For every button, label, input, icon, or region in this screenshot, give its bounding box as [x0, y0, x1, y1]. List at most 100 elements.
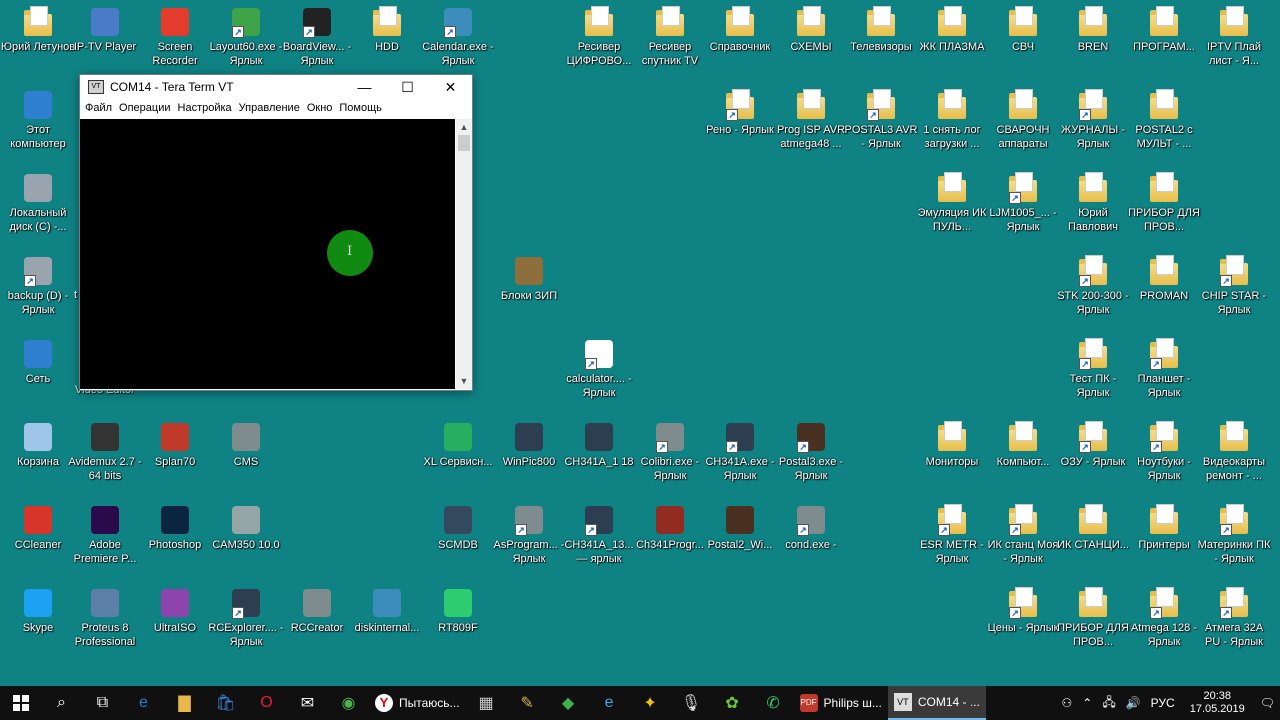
desktop-icon[interactable]: ↗ Материнки ПК - Ярлык — [1196, 504, 1272, 566]
clock[interactable]: 20:38 17.05.2019 — [1190, 690, 1245, 716]
desktop-icon[interactable]: Postal2_Wi... — [702, 504, 778, 552]
desktop-icon[interactable]: CAM350 10.0 — [208, 504, 284, 552]
desktop-icon[interactable]: ПРИБОР ДЛЯ ПРОВ... — [1126, 172, 1202, 234]
desktop-icon[interactable]: ↗ Postal3.exe - Ярлык — [773, 421, 849, 483]
desktop-icon[interactable]: ↗ Атмега 32A PU - Ярлык — [1196, 587, 1272, 649]
desktop-icon[interactable]: ↗ CHIP STAR - Ярлык — [1196, 255, 1272, 317]
desktop-icon[interactable]: ↗ ИК станц Моя - Ярлык — [985, 504, 1061, 566]
desktop-icon[interactable]: Корзина — [0, 421, 76, 469]
taskbar-yandex-window[interactable]: Y Пытаюсь... — [369, 686, 466, 720]
desktop-icon[interactable]: ↗ Colibri.exe - Ярлык — [632, 421, 708, 483]
menu-operations[interactable]: Операции — [119, 102, 170, 114]
language-indicator[interactable]: РУС — [1151, 696, 1175, 710]
desktop-icon[interactable]: СВАРОЧН аппараты — [985, 89, 1061, 151]
vertical-scrollbar[interactable]: ▲ ▼ — [456, 119, 472, 389]
desktop-icon[interactable]: WinPic800 — [491, 421, 567, 469]
desktop-icon[interactable]: PROMAN — [1126, 255, 1202, 303]
desktop-icon[interactable]: ↗ BoardView... - Ярлык — [279, 6, 355, 68]
network-icon[interactable]: 🖧 — [1102, 693, 1115, 714]
whatsapp-icon[interactable]: ✆ — [753, 686, 794, 720]
green-app-icon[interactable]: ◆ — [548, 686, 589, 720]
desktop-icon[interactable]: Ch341Progr... — [632, 504, 708, 552]
notifications-icon[interactable]: 🗨 — [1260, 696, 1275, 710]
desktop-icon[interactable]: ↗ backup (D) - Ярлык — [0, 255, 76, 317]
windows-start-icon[interactable] — [0, 686, 41, 720]
menu-control[interactable]: Управление — [239, 102, 300, 114]
desktop-icon[interactable]: Skype — [0, 587, 76, 635]
store-icon[interactable]: 🛍 — [205, 686, 246, 720]
menu-window[interactable]: Окно — [307, 102, 333, 114]
desktop-icon[interactable]: RCCreator — [279, 587, 355, 635]
terminal-area[interactable] — [80, 119, 455, 389]
desktop-icon[interactable]: ↗ Рено - Ярлык — [702, 89, 778, 137]
desktop-icon[interactable]: Юрий Летунов — [0, 6, 76, 54]
desktop-icon[interactable]: Принтеры — [1126, 504, 1202, 552]
menu-help[interactable]: Помощь — [339, 102, 382, 114]
desktop-icon[interactable]: ↗ AsProgram... - Ярлык — [491, 504, 567, 566]
desktop-icon[interactable]: ПРИБОР ДЛЯ ПРОВ... — [1055, 587, 1131, 649]
desktop-icon[interactable]: Adobe Premiere P... — [67, 504, 143, 566]
desktop-icon[interactable]: ↗ Тест ПК - Ярлык — [1055, 338, 1131, 400]
desktop-icon[interactable]: UltraISO — [137, 587, 213, 635]
desktop-icon[interactable]: ЖК ПЛАЗМА — [914, 6, 990, 54]
desktop-icon[interactable]: ↗ ЖУРНАЛЫ - Ярлык — [1055, 89, 1131, 151]
desktop-icon[interactable]: Splan70 — [137, 421, 213, 469]
desktop-icon[interactable]: Ресивер ЦИФРОВО... — [561, 6, 637, 68]
chrome-icon[interactable]: ◉ — [328, 686, 369, 720]
desktop-icon[interactable]: ↗ LJM1005_... - Ярлык — [985, 172, 1061, 234]
mail-icon[interactable]: ✉ — [287, 686, 328, 720]
window-titlebar[interactable]: VT COM14 - Tera Term VT — ☐ ✕ — [80, 75, 472, 99]
desktop-icon[interactable]: ПРОГРАМ... — [1126, 6, 1202, 54]
desktop-icon[interactable]: ↗ Цены - Ярлык — [985, 587, 1061, 635]
search-icon[interactable]: ⌕ — [41, 686, 82, 720]
volume-icon[interactable]: 🔊 — [1126, 696, 1141, 710]
desktop-icon[interactable]: ↗ Планшет - Ярлык — [1126, 338, 1202, 400]
scroll-down-arrow-icon[interactable]: ▼ — [456, 373, 472, 389]
people-icon[interactable]: ⚇ — [1062, 696, 1073, 710]
desktop-icon[interactable]: Avidemux 2.7 - 64 bits — [67, 421, 143, 483]
desktop-icon[interactable]: BREN — [1055, 6, 1131, 54]
calculator-icon[interactable]: ▦ — [466, 686, 507, 720]
desktop-icon[interactable]: diskinternal... — [349, 587, 425, 635]
desktop-icon[interactable]: Мониторы — [914, 421, 990, 469]
desktop-icon[interactable]: Компьют... — [985, 421, 1061, 469]
desktop-icon[interactable]: Юрий Павлович — [1055, 172, 1131, 234]
scroll-up-arrow-icon[interactable]: ▲ — [456, 119, 472, 135]
desktop-icon[interactable]: СВЧ — [985, 6, 1061, 54]
desktop-icon[interactable]: ↗ CH341A.exe - Ярлык — [702, 421, 778, 483]
desktop-icon[interactable]: Локальный диск (C) -... — [0, 172, 76, 234]
desktop-icon[interactable]: ↗ STK 200-300 - Ярлык — [1055, 255, 1131, 317]
desktop-icon[interactable]: ↗ Atmega 128 - Ярлык — [1126, 587, 1202, 649]
desktop-icon[interactable]: ↗ RCExplorer.... - Ярлык — [208, 587, 284, 649]
desktop-icon[interactable]: Блоки ЗИП — [491, 255, 567, 303]
taskbar-com14-window[interactable]: VT COM14 - ... — [887, 686, 986, 720]
desktop-icon[interactable]: HDD — [349, 6, 425, 54]
chevron-up-icon[interactable]: ⌃ — [1082, 696, 1092, 710]
desktop-icon[interactable]: СХЕМЫ — [773, 6, 849, 54]
desktop-icon[interactable]: Этот компьютер — [0, 89, 76, 151]
desktop-icon[interactable]: ↗ ESR METR - Ярлык — [914, 504, 990, 566]
desktop-icon[interactable]: CMS — [208, 421, 284, 469]
desktop-icon[interactable]: SCMDB — [420, 504, 496, 552]
wand-icon[interactable]: ✦ — [630, 686, 671, 720]
desktop-icon[interactable]: XL Сервисн... — [420, 421, 496, 469]
desktop-icon[interactable]: Сеть — [0, 338, 76, 386]
desktop-icon[interactable]: 1 снять лог загрузки ... — [914, 89, 990, 151]
desktop-icon[interactable]: Справочник — [702, 6, 778, 54]
desktop-icon[interactable]: ↗ POSTAL3 AVR - Ярлык — [843, 89, 919, 151]
menu-file[interactable]: Файл — [85, 102, 112, 114]
desktop-icon[interactable]: Эмуляция ИК ПУЛЬ... — [914, 172, 990, 234]
desktop-icon[interactable]: Photoshop — [137, 504, 213, 552]
desktop-icon[interactable]: Ресивер спутник TV — [632, 6, 708, 68]
desktop-icon[interactable]: ↗ Ноутбуки - Ярлык — [1126, 421, 1202, 483]
edge-icon[interactable]: e — [123, 686, 164, 720]
desktop-icon[interactable]: IP-TV Player — [67, 6, 143, 54]
taskbar-pdf-window[interactable]: PDF Philips ш... — [794, 686, 888, 720]
task-view-icon[interactable]: ⧉ — [82, 686, 123, 720]
desktop-icon[interactable]: ИК СТАНЦИ... — [1055, 504, 1131, 552]
desktop-icon[interactable]: ↗ calculator.... - Ярлык — [561, 338, 637, 400]
flower-icon[interactable]: ✿ — [712, 686, 753, 720]
microphone-icon[interactable]: 🎙 — [671, 686, 712, 720]
desktop-icon[interactable]: RT809F — [420, 587, 496, 635]
scroll-thumb[interactable] — [458, 135, 470, 151]
